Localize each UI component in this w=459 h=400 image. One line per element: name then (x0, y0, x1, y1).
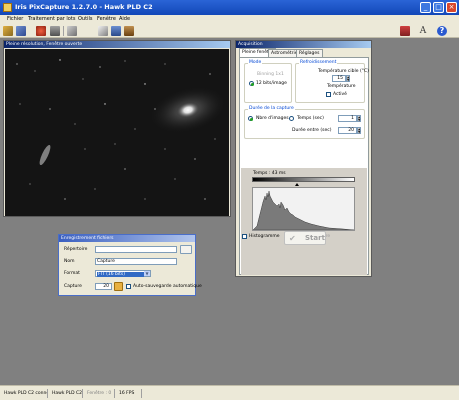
save-icon[interactable] (16, 26, 26, 36)
image-window-title: Pleine résolution, Fenêtre ouverte (4, 41, 230, 48)
time-radio-label: Temps (sec) (297, 116, 324, 121)
format-label: Format (64, 271, 80, 276)
auto-save-label: Auto-sauvegarde automatique (133, 284, 202, 289)
histogram-checkbox[interactable] (242, 234, 247, 239)
temperature-note: Température (327, 84, 356, 89)
settings-icon[interactable] (124, 26, 134, 36)
close-button[interactable]: × (446, 2, 457, 13)
font-icon[interactable] (400, 26, 410, 36)
menu-bar: Fichier Traitement par lots Outils Fenêt… (0, 15, 459, 24)
capture-label: Capture (64, 284, 82, 289)
cooling-checkbox[interactable] (326, 92, 331, 97)
target-temp-label: Température cible (°C) (318, 69, 369, 74)
text-icon[interactable]: A (418, 26, 428, 36)
exposure-group-title: Durée de la capture (248, 106, 295, 111)
status-camera: Hawk PLD C2 Ready (52, 389, 83, 398)
capture-field[interactable]: 20 (95, 283, 112, 290)
menu-fenetre[interactable]: Fenêtre (97, 16, 116, 22)
image-window[interactable]: Pleine résolution, Fenêtre ouverte (3, 40, 231, 217)
mode-12bit-label: 12 bits/image (256, 81, 287, 86)
checkmark-icon: ✔ (289, 234, 296, 243)
start-label: Start (305, 234, 325, 242)
file-saving-panel: Enregistrement fichiers Répertoire Nom C… (58, 234, 202, 296)
mode-group: Mode Binning 1x1 12 bits/image (244, 60, 292, 103)
directory-label: Répertoire (64, 247, 88, 252)
delay-spinner[interactable]: ▲ ▼ (357, 127, 361, 134)
menu-outils[interactable]: Outils (78, 16, 92, 22)
count-spinner[interactable]: ▲ ▼ (357, 115, 361, 122)
format-selected: FIT (16 bits) (97, 271, 144, 277)
target-temp-field[interactable]: 15 (332, 75, 346, 82)
exposure-time-label: Temps : 43 ms (253, 171, 286, 176)
status-fps: 16 FPS (117, 389, 142, 398)
status-connection: Hawk PLD C2 connecté (4, 389, 48, 398)
crop-icon[interactable] (67, 26, 77, 36)
camera-icon[interactable] (36, 26, 46, 36)
format-select[interactable]: FIT (16 bits) ▼ (95, 270, 151, 277)
count-radio-label: Nbre d'images (256, 116, 289, 121)
binning-label: Binning 1x1 (257, 72, 284, 77)
minimize-button[interactable]: _ (420, 2, 431, 13)
histogram-checkbox-label: Histogramme (249, 234, 280, 239)
name-label: Nom (64, 259, 75, 264)
file-saving-title: Enregistrement fichiers (59, 235, 195, 242)
menu-aide[interactable]: Aide (119, 16, 130, 22)
acquisition-panel: Acquisition Pleine fenêtre Astrométrie R… (235, 40, 372, 277)
count-field[interactable]: 1 (338, 115, 357, 122)
tab-reglages[interactable]: Réglages (296, 49, 323, 57)
mode-12bit-radio[interactable] (249, 81, 254, 86)
delay-field[interactable]: 20 (338, 127, 357, 134)
cooling-group: Refroidissement Température cible (°C) 1… (295, 60, 369, 103)
star-field (16, 59, 228, 200)
histogram-curve (252, 190, 355, 231)
target-temp-spinner[interactable]: ▲ ▼ (346, 75, 350, 82)
status-bar: Hawk PLD C2 connecté Hawk PLD C2 Ready F… (0, 385, 459, 400)
app-icon (3, 3, 12, 12)
level-marker-icon[interactable] (295, 183, 299, 186)
camera-image[interactable] (5, 49, 229, 216)
cooling-group-title: Refroidissement (299, 60, 338, 65)
directory-field[interactable] (95, 246, 177, 253)
title-bar: Iris PixCapture 1.2.7.0 - Hawk PLD C2 _ … (0, 0, 459, 15)
gradient-bar (252, 177, 355, 182)
toolbar: A ? (0, 24, 459, 38)
folder-icon-small[interactable] (114, 282, 123, 291)
help-icon[interactable]: ? (437, 26, 447, 36)
menu-traitement[interactable]: Traitement par lots (28, 16, 75, 22)
exposure-group: Durée de la capture Nbre d'images Temps … (244, 106, 365, 139)
acquisition-title: Acquisition (236, 41, 371, 48)
folder-icon[interactable] (3, 26, 13, 36)
maximize-button[interactable]: □ (433, 2, 444, 13)
status-window: Fenêtre : 0 (85, 389, 115, 398)
zoom-icon[interactable] (98, 26, 108, 36)
chevron-down-icon[interactable]: ▼ (144, 271, 150, 276)
window-title: Iris PixCapture 1.2.7.0 - Hawk PLD C2 (15, 3, 153, 11)
histogram-icon[interactable] (111, 26, 121, 36)
histogram-section: Temps : 43 ms Histogramme Log/linéaire (241, 168, 367, 275)
filter-icon[interactable] (50, 26, 60, 36)
browse-button[interactable] (180, 245, 192, 254)
delay-label: Durée entre (sec) (292, 128, 332, 133)
count-radio[interactable] (248, 116, 253, 121)
start-button[interactable]: ✔ Start (284, 231, 326, 245)
histogram-plot (252, 187, 355, 231)
mode-group-title: Mode (248, 60, 263, 65)
menu-fichier[interactable]: Fichier (7, 16, 23, 22)
name-field[interactable]: Capture (95, 258, 177, 265)
auto-save-checkbox[interactable] (126, 284, 131, 289)
time-radio[interactable] (289, 116, 294, 121)
cooling-checkbox-label: Activé (333, 92, 347, 97)
